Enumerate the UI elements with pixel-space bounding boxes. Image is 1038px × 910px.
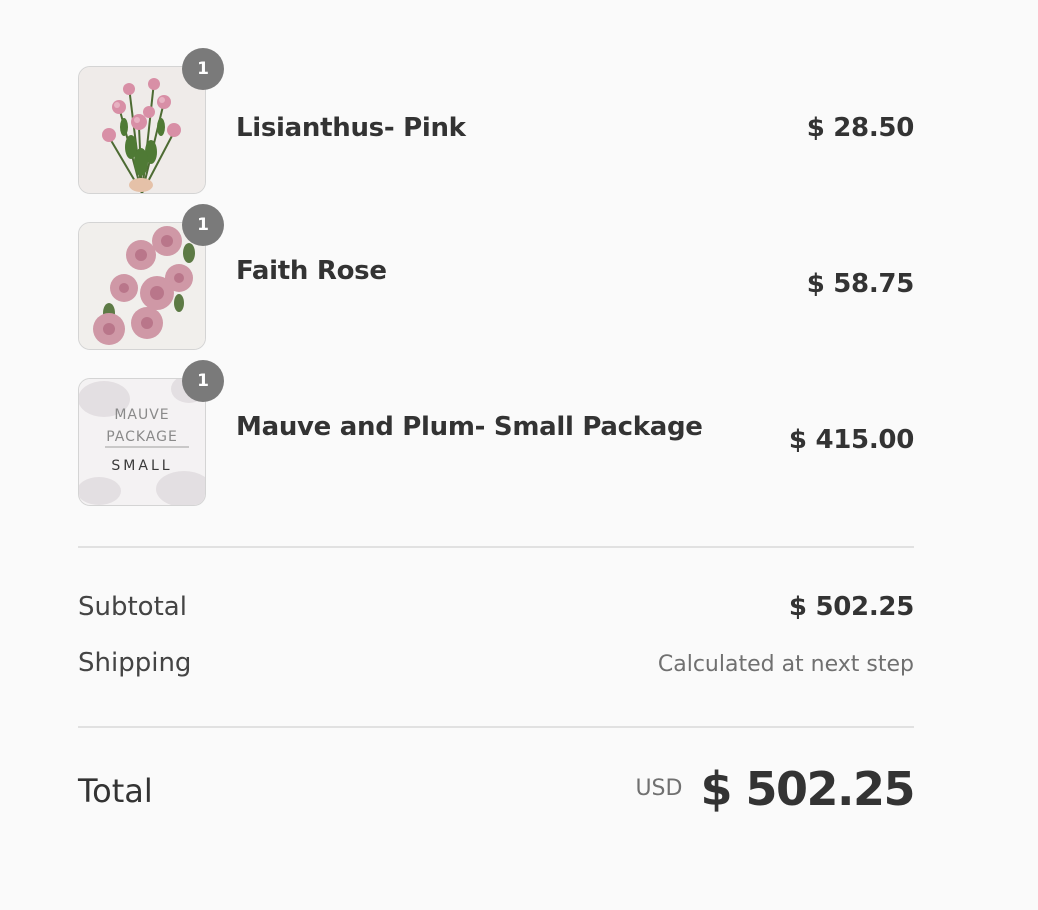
total-value: $ 502.25: [700, 762, 915, 816]
shipping-value: Calculated at next step: [657, 652, 914, 677]
currency-code: USD: [635, 776, 683, 801]
divider: [78, 546, 914, 548]
product-name: Mauve and Plum- Small Package: [236, 412, 703, 442]
package-line-mauve: MAUVE: [114, 407, 169, 423]
subtotal-value: $ 502.25: [788, 592, 914, 622]
shipping-label: Shipping: [78, 648, 192, 678]
divider: [78, 726, 914, 728]
product-thumbnail: MAUVE PACKAGE SMALL: [78, 378, 206, 506]
product-thumbnail: [78, 222, 206, 350]
product-price: $ 58.75: [806, 269, 915, 299]
line-item: 1 Faith Rose $ 58.75: [78, 204, 915, 350]
package-line-small: SMALL: [111, 458, 172, 474]
line-item: 1 Lisianthus- Pink $ 28.50: [78, 48, 915, 194]
quantity-badge: 1: [182, 360, 224, 402]
total-amount: USD $ 502.25: [635, 762, 915, 816]
mauve-package-image: MAUVE PACKAGE SMALL: [79, 379, 205, 505]
product-price: $ 415.00: [788, 425, 914, 455]
quantity-badge: 1: [182, 204, 224, 246]
total-label: Total: [78, 772, 153, 810]
quantity-badge: 1: [182, 48, 224, 90]
faith-rose-image: [79, 223, 205, 349]
product-price: $ 28.50: [806, 113, 915, 143]
product-name: Faith Rose: [236, 256, 387, 286]
package-line-package: PACKAGE: [106, 429, 178, 445]
lisianthus-image: [79, 67, 205, 193]
subtotal-label: Subtotal: [78, 592, 187, 622]
product-thumbnail: [78, 66, 206, 194]
line-item: MAUVE PACKAGE SMALL 1 Mauve and Plum- Sm…: [78, 360, 914, 506]
product-name: Lisianthus- Pink: [236, 113, 466, 143]
